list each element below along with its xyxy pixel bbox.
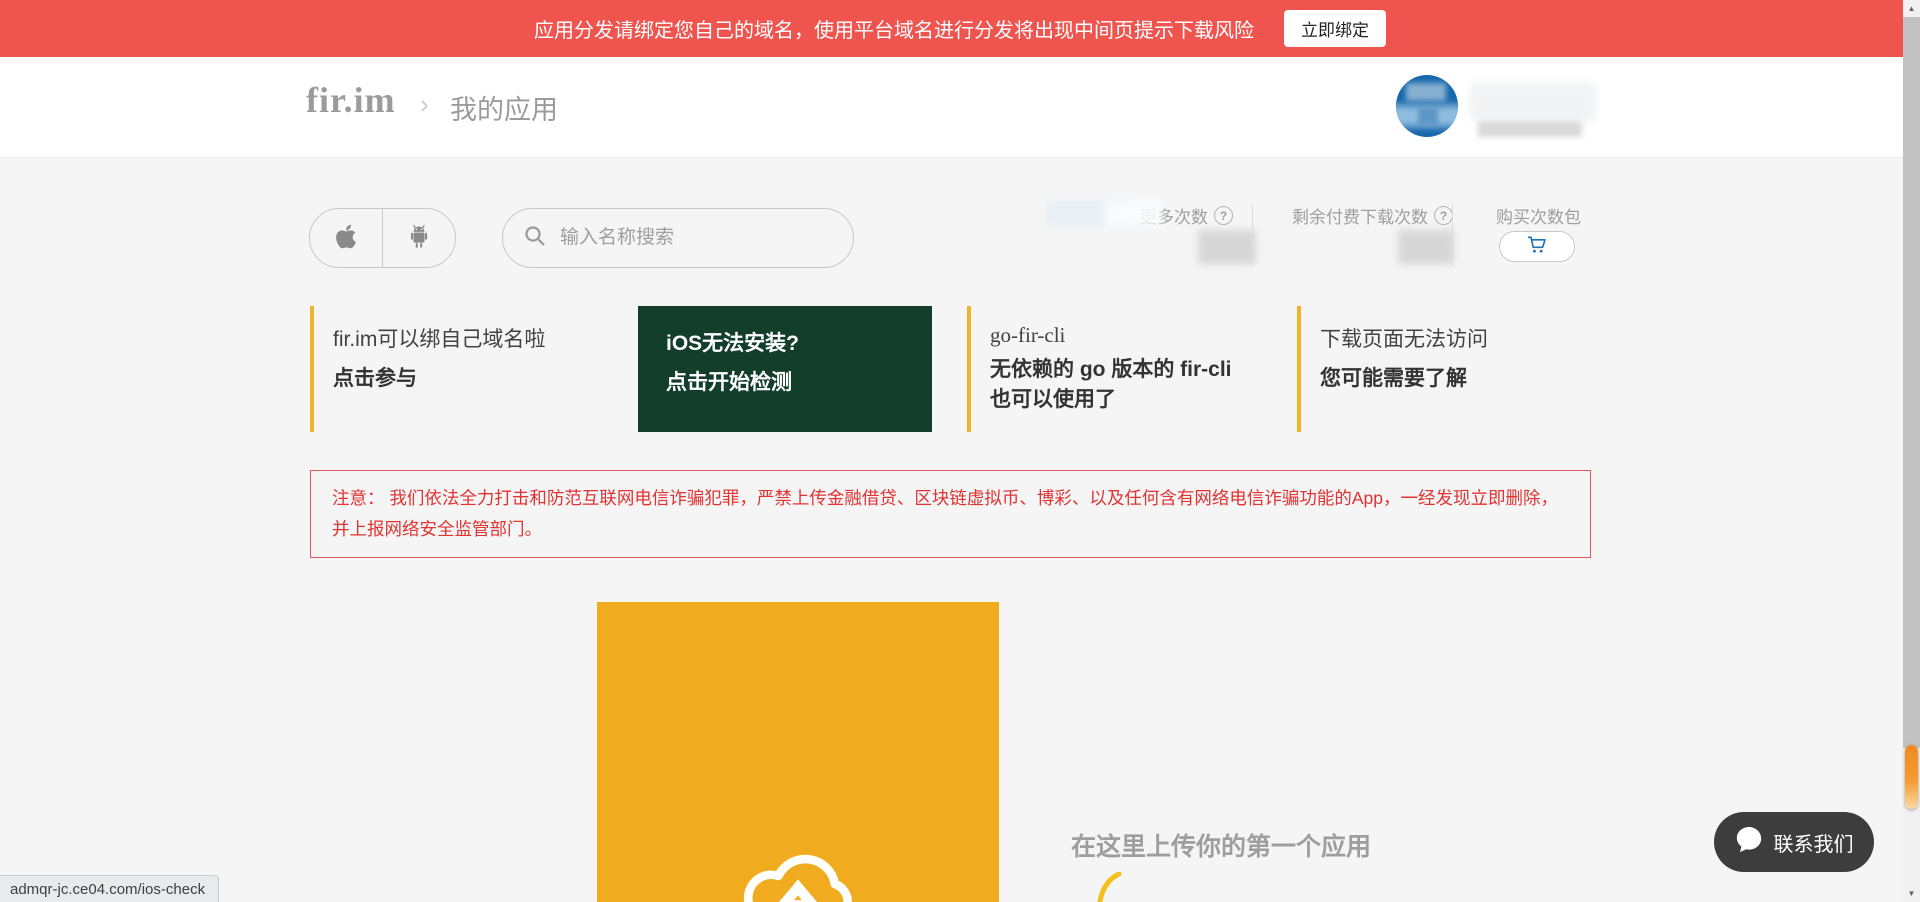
help-icon[interactable]: ? [1434,206,1453,225]
buy-pack-label: 购买次数包 [1496,203,1581,228]
scrollbar-orange-marker [1905,745,1918,809]
hint-curved-arrow-icon [1087,872,1129,902]
help-icon[interactable]: ? [1214,206,1233,225]
filter-android-button[interactable] [383,209,455,267]
filter-ios-button[interactable] [310,209,382,267]
username-redacted [1470,83,1596,121]
contact-us-button[interactable]: 联系我们 [1714,812,1874,872]
contact-us-label: 联系我们 [1774,828,1854,857]
android-icon [406,223,432,254]
firim-logo[interactable]: fir.im [306,79,396,121]
stat-value-redacted [1198,230,1256,264]
avatar[interactable] [1396,75,1458,137]
vertical-scrollbar[interactable]: ▲ ▼ [1903,0,1920,902]
promo-subtitle: 无依赖的 go 版本的 fir-cli 也可以使用了 [990,355,1252,416]
chat-bubble-icon [1735,826,1762,859]
promo-title: 下载页面无法访问 [1320,323,1547,353]
promo-title: go-fir-cli [990,323,1267,348]
stat-paid-downloads-label: 剩余付费下载次数 ? [1292,203,1453,228]
bind-domain-button[interactable]: 立即绑定 [1284,10,1386,47]
scroll-up-arrow[interactable]: ▲ [1903,0,1920,17]
promo-card-download-page[interactable]: 下载页面无法访问 您可能需要了解 [1297,306,1547,432]
upload-hint-text: 在这里上传你的第一个应用 [1071,827,1371,863]
promo-card-ios-check[interactable]: iOS无法安装? 点击开始检测 [638,306,932,432]
avatar-blur-patch [1418,107,1438,125]
promo-subtitle: 点击开始检测 [666,368,932,398]
link-preview-statusbar: admqr-jc.ce04.com/ios-check [0,875,219,902]
breadcrumb-my-apps: 我的应用 [450,88,558,127]
scroll-down-arrow[interactable]: ▼ [1903,885,1920,902]
upload-dropzone[interactable] [597,602,999,902]
search-input[interactable] [560,227,833,249]
banner-message: 应用分发请绑定您自己的域名，使用平台域名进行分发将出现中间页提示下载风险 [534,14,1254,43]
cloud-upload-icon [728,824,868,902]
promo-title: fir.im可以绑自己域名啦 [333,323,596,353]
buy-pack-button[interactable] [1499,231,1575,262]
cart-icon [1526,235,1548,258]
search-box [502,208,854,268]
search-icon [523,224,547,253]
header: fir.im › 我的应用 [0,57,1920,158]
promo-subtitle: 点击参与 [333,364,596,394]
promo-card-bind-domain[interactable]: fir.im可以绑自己域名啦 点击参与 [310,306,596,432]
promo-subtitle: 您可能需要了解 [1320,364,1547,394]
domain-warning-banner: 应用分发请绑定您自己的域名，使用平台域名进行分发将出现中间页提示下载风险 立即绑… [0,0,1920,57]
avatar-blur-patch [1406,83,1446,101]
anti-fraud-warning: 注意： 我们依法全力打击和防范互联网电信诈骗犯罪，严禁上传金融借贷、区块链虚拟币… [310,470,1591,558]
stat-value-redacted [1398,230,1454,264]
platform-filter [309,208,456,268]
stats-divider [1252,204,1253,266]
promo-title: iOS无法安装? [666,327,932,357]
fir-im-my-apps-page: 应用分发请绑定您自己的域名，使用平台域名进行分发将出现中间页提示下载风险 立即绑… [0,0,1920,902]
breadcrumb-chevron-icon: › [420,89,429,120]
link-preview-url: admqr-jc.ce04.com/ios-check [10,881,205,898]
promo-card-go-fir-cli[interactable]: go-fir-cli 无依赖的 go 版本的 fir-cli 也可以使用了 [967,306,1267,432]
stats-divider [1452,204,1453,266]
warning-text: 注意： 我们依法全力打击和防范互联网电信诈骗犯罪，严禁上传金融借贷、区块链虚拟币… [332,488,1558,539]
scrollbar-thumb[interactable] [1903,17,1920,748]
apple-icon [335,223,357,253]
user-subtext-redacted [1478,121,1582,137]
stat-label-redacted-patch [1104,199,1162,227]
